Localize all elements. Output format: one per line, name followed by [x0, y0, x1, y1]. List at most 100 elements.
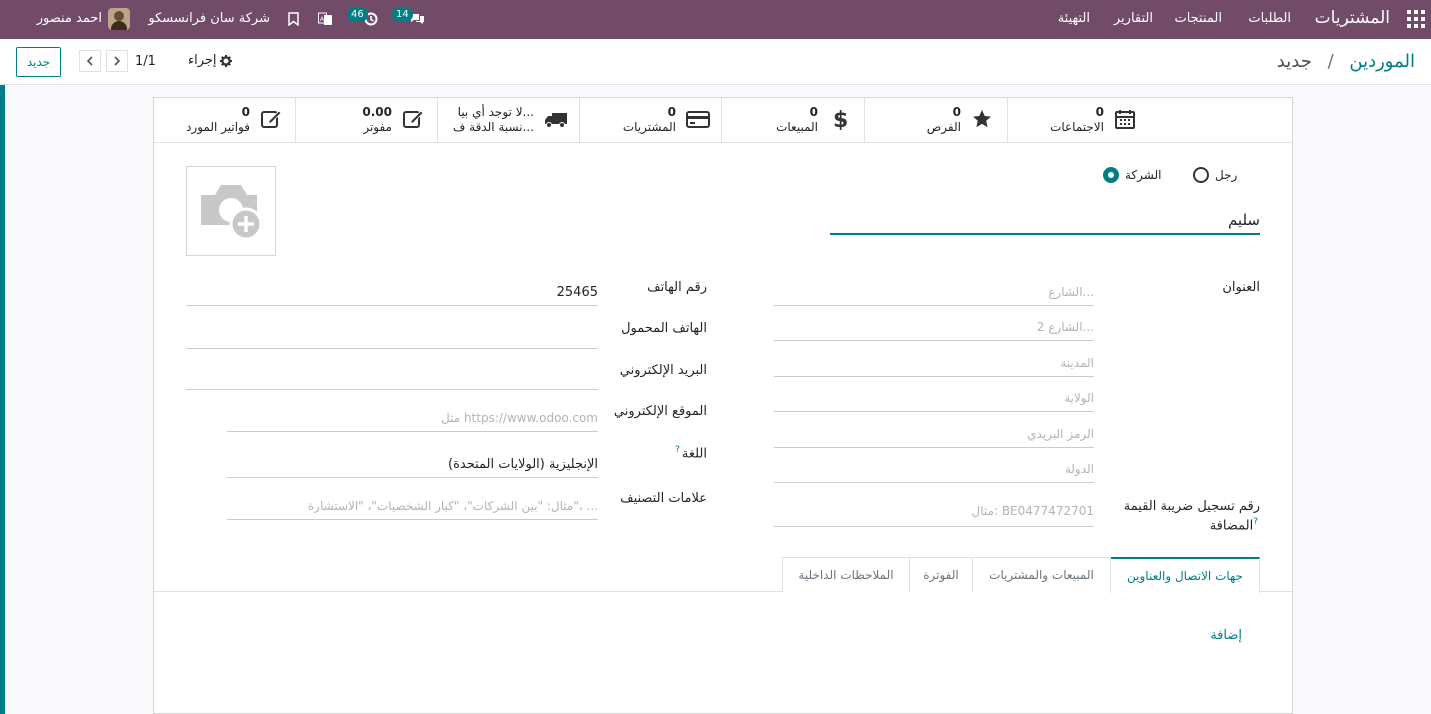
company-radio-label: الشركة: [1125, 168, 1162, 182]
user-name[interactable]: احمد منصور: [37, 11, 102, 26]
stat-button-sales[interactable]: $ 0 المبيعات: [721, 98, 864, 143]
street-input[interactable]: الشارع...: [774, 280, 1094, 306]
phone-input[interactable]: 25465: [186, 280, 598, 306]
vat-label: رقم تسجيل ضريبة القيمة: [1124, 499, 1260, 514]
meetings-count: 0: [1095, 105, 1104, 119]
partner-image-upload[interactable]: [186, 166, 276, 256]
pager-next-button[interactable]: [79, 50, 101, 72]
individual-radio-label: رجل: [1215, 168, 1238, 182]
tab-contacts-addresses[interactable]: جهات الاتصال والعناوين: [1110, 557, 1260, 593]
partner-name-input[interactable]: سليم: [830, 203, 1260, 235]
tab-invoicing[interactable]: الفوترة: [909, 557, 973, 592]
individual-radio[interactable]: [1193, 167, 1209, 183]
edit-icon: [260, 108, 282, 130]
invoiced-label: مفوتر: [363, 120, 392, 134]
breadcrumb: الموردين / جديد: [1277, 51, 1415, 72]
messages-icon[interactable]: 14: [392, 7, 427, 28]
new-button[interactable]: جديد: [16, 47, 61, 77]
edit-icon: [402, 108, 424, 130]
company-type-individual[interactable]: رجل: [1193, 167, 1237, 183]
opportunities-count: 0: [952, 105, 961, 119]
stat-button-vendor-bills[interactable]: 0 فواتير المورد: [153, 98, 296, 143]
notebook-tabs: جهات الاتصال والعناوين المبيعات والمشتري…: [154, 557, 1292, 593]
phone-label: رقم الهاتف: [647, 280, 707, 295]
website-label: الموقع الإلكتروني: [613, 404, 707, 419]
language-help-icon[interactable]: ?: [675, 445, 680, 455]
form-sheet: 0 الاجتماعات 0 الفرص $ 0 المبيعات 0 المش…: [153, 97, 1293, 714]
vat-label-line1: رقم تسجيل ضريبة القيمة: [1123, 499, 1260, 514]
breadcrumb-vendors[interactable]: الموردين: [1349, 51, 1415, 72]
language-label-text: اللغة: [681, 446, 707, 462]
dollar-icon: $: [828, 108, 850, 133]
star-icon: [971, 108, 993, 130]
address-label: العنوان: [1222, 280, 1260, 295]
svg-text:$: $: [833, 108, 848, 130]
bookmark-icon[interactable]: [288, 10, 300, 28]
tab-sales-purchase[interactable]: المبيعات والمشتريات: [972, 557, 1111, 592]
stat-button-box: 0 الاجتماعات 0 الفرص $ 0 المبيعات 0 المش…: [154, 98, 1292, 143]
street2-input[interactable]: الشارع 2...: [774, 315, 1094, 341]
menu-reporting[interactable]: التقارير: [1114, 11, 1153, 26]
company-type-company[interactable]: الشركة: [1103, 167, 1161, 183]
activities-icon[interactable]: 46: [347, 7, 378, 28]
email-label: البريد الإلكتروني: [619, 363, 707, 378]
purchases-count: 0: [667, 105, 676, 119]
control-panel: الموردين / جديد جديد 1/1 إجراء: [0, 39, 1431, 85]
language-select[interactable]: الإنجليزية (الولايات المتحدة): [227, 452, 598, 478]
pager-value[interactable]: 1/1: [135, 54, 156, 69]
user-avatar[interactable]: [108, 8, 130, 30]
action-label: إجراء: [188, 53, 217, 68]
mobile-label: الهاتف المحمول: [621, 321, 707, 336]
vat-label-line2: المضافة: [1209, 518, 1254, 534]
add-contact-link[interactable]: إضافة: [1210, 628, 1242, 643]
translate-icon[interactable]: A: [318, 10, 334, 28]
vendor-bills-label: فواتير المورد: [186, 120, 250, 134]
purchases-label: المشتريات: [622, 120, 676, 134]
top-navbar: المشتريات الطلبات المنتجات التقارير الته…: [0, 0, 1431, 39]
email-input[interactable]: [186, 364, 598, 390]
breadcrumb-separator: /: [1327, 51, 1334, 72]
credit-card-icon: [686, 108, 710, 130]
on-time-rate-value: لا توجد أي بيا...: [457, 105, 534, 119]
tags-input[interactable]: مثال: "بين الشركات"، "كبار الشخصيات"، "ا…: [227, 494, 598, 520]
menu-orders[interactable]: الطلبات: [1248, 11, 1291, 26]
gear-icon: [219, 54, 232, 67]
action-menu-button[interactable]: إجراء: [188, 53, 232, 68]
meetings-label: الاجتماعات: [1050, 120, 1104, 134]
tab-internal-notes[interactable]: الملاحظات الداخلية: [782, 557, 910, 592]
vat-help-icon[interactable]: ?: [1253, 517, 1258, 527]
city-input[interactable]: المدينة: [774, 351, 1094, 377]
sales-count: 0: [809, 105, 818, 119]
state-input[interactable]: الولاية: [774, 386, 1094, 412]
stat-button-invoiced[interactable]: 0.00 مفوتر: [295, 98, 438, 143]
vat-input[interactable]: مثال: BE0477472701: [774, 499, 1094, 527]
stat-button-purchases[interactable]: 0 المشتريات: [579, 98, 722, 143]
menu-configuration[interactable]: التهيئة: [1058, 11, 1090, 26]
stat-button-on-time-rate[interactable]: لا توجد أي بيا... نسبة الدقة ف...: [437, 98, 580, 143]
chatter-edge-stripe: [0, 85, 5, 714]
vat-label-2: المضافة?: [1210, 517, 1260, 533]
stat-button-meetings[interactable]: 0 الاجتماعات: [1007, 98, 1150, 143]
messages-badge: 14: [392, 7, 413, 22]
zip-input[interactable]: الرمز البريدي: [774, 422, 1094, 448]
invoiced-amount: 0.00: [362, 105, 392, 119]
company-switcher[interactable]: شركة سان فرانسسكو: [148, 11, 270, 26]
stat-button-opportunities[interactable]: 0 الفرص: [864, 98, 1007, 143]
mobile-input[interactable]: [186, 323, 598, 349]
menu-products[interactable]: المنتجات: [1174, 11, 1222, 26]
truck-icon: [544, 108, 567, 130]
sales-label: المبيعات: [776, 120, 818, 134]
country-input[interactable]: الدولة: [774, 457, 1094, 483]
vendor-bills-count: 0: [241, 105, 250, 119]
website-input[interactable]: مثل https://www.odoo.com: [227, 406, 598, 432]
company-radio[interactable]: [1103, 167, 1119, 183]
calendar-icon: [1114, 108, 1136, 130]
opportunities-label: الفرص: [926, 120, 961, 134]
app-title[interactable]: المشتريات: [1315, 8, 1390, 28]
breadcrumb-current: جديد: [1276, 51, 1312, 72]
apps-menu-icon[interactable]: [1407, 10, 1425, 28]
pager-previous-button[interactable]: [106, 50, 128, 72]
tags-label: علامات التصنيف: [620, 491, 707, 506]
language-label: ? اللغة: [675, 445, 707, 461]
camera-add-icon: [201, 185, 263, 241]
